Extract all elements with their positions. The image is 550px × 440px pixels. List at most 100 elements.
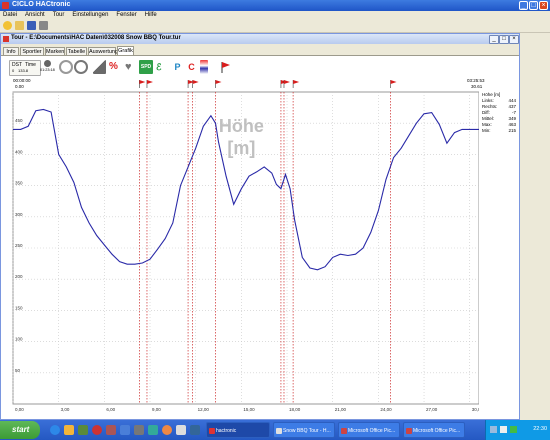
tab-strip: Info Sportler Marken Tabelle Auswertung … [1, 46, 519, 55]
folder-icon[interactable] [64, 425, 74, 435]
y-tick-label: 50 [15, 368, 21, 373]
time-value: 01:23:18 [40, 68, 55, 72]
task-office-picture-2[interactable]: Microsoft Office Pic... [403, 422, 465, 438]
temperature-icon[interactable] [200, 60, 208, 74]
start-button[interactable]: start [0, 421, 40, 439]
x-tick-label: 18,00 [289, 407, 301, 412]
marker-flag-icon[interactable] [139, 80, 146, 84]
speed-button[interactable]: SPD [139, 60, 153, 74]
percent-grade-icon[interactable]: % [109, 60, 122, 74]
altitude-profile-icon[interactable] [93, 60, 106, 74]
maximize-button[interactable]: □ [529, 1, 538, 10]
task-hactronic[interactable]: hactronic [206, 422, 270, 438]
tour-window: Tour - E:\Documents\HAC Daten\032008 Sno… [0, 33, 520, 420]
tour-window-icon [3, 36, 9, 42]
quicklaunch-icon[interactable] [134, 425, 144, 435]
menu-tour[interactable]: Tour [53, 11, 65, 20]
zoom-out-icon[interactable] [59, 60, 73, 74]
x-tick-label: 27,00 [426, 407, 438, 412]
quicklaunch-icon[interactable] [162, 425, 172, 435]
menu-einstellungen[interactable]: Einstellungen [72, 11, 108, 20]
x-tick-label: 15,00 [243, 407, 255, 412]
x-tick-label: 3,00 [61, 407, 70, 412]
lightbulb-icon[interactable] [3, 21, 12, 30]
menu-datei[interactable]: Datei [3, 11, 17, 20]
minimize-button[interactable]: _ [519, 1, 528, 10]
system-tray: 22:30 [485, 420, 550, 440]
x-tick-label: 12,00 [198, 407, 210, 412]
tour-restore-button[interactable]: □ [499, 35, 509, 44]
quicklaunch-icon[interactable] [78, 425, 88, 435]
menu-bar: Datei Ansicht Tour Einstellungen Fenster… [0, 11, 550, 20]
x-tick-label: 9,00 [152, 407, 161, 412]
tab-sportler[interactable]: Sportler [20, 47, 44, 55]
quicklaunch-icon[interactable] [190, 425, 200, 435]
y-tick-label: 350 [15, 181, 23, 186]
tab-auswertung[interactable]: Auswertung [88, 47, 118, 55]
y-tick-label: 250 [15, 243, 23, 248]
quicklaunch-icon[interactable] [148, 425, 158, 435]
marker-flag-icon[interactable] [192, 80, 199, 84]
marker-flag-icon[interactable] [215, 80, 222, 84]
cadence-button[interactable]: C [185, 60, 198, 74]
stats-panel: Höhe [m] Links: 444 Rechts: 437 Diff: -7 Mi… [480, 92, 518, 404]
clock-icon[interactable]: 01:23:18 [40, 60, 55, 74]
task-office-picture-1[interactable]: Microsoft Office Pic... [338, 422, 400, 438]
network-icon[interactable] [490, 426, 497, 433]
heart-rate-icon[interactable]: ♥ [125, 60, 138, 74]
tab-tabelle[interactable]: Tabelle [66, 47, 87, 55]
security-icon[interactable] [510, 426, 517, 433]
app-title: CICLO HACtronic [12, 1, 71, 8]
y-tick-label: 150 [15, 305, 23, 310]
quicklaunch-icon[interactable] [120, 425, 130, 435]
y-tick-label: 100 [15, 337, 23, 342]
x-tick-label: 30,00 [472, 407, 479, 412]
app-icon [2, 2, 9, 9]
menu-hilfe[interactable]: Hilfe [145, 11, 157, 20]
volume-icon[interactable] [500, 426, 507, 433]
dst-value: 133.8 [18, 68, 29, 73]
marker-flag-icon[interactable] [390, 80, 397, 84]
main-toolbar [0, 20, 550, 33]
save-icon[interactable] [27, 21, 36, 30]
close-button[interactable]: × [539, 1, 548, 10]
x-tick-label: 24,00 [380, 407, 392, 412]
quicklaunch-icon[interactable] [106, 425, 116, 435]
tour-window-title-bar: Tour - E:\Documents\HAC Daten\032008 Sno… [1, 34, 519, 44]
power-button[interactable]: P [171, 60, 184, 74]
marker-flag-icon[interactable] [293, 80, 300, 84]
altitude-chart[interactable]: 450 400 350 300 250 200 150 100 50 0,00 3,00 6,00 9,… [1, 78, 479, 419]
tab-grafik[interactable]: Grafik [117, 46, 134, 55]
tab-info[interactable]: Info [3, 47, 19, 55]
watermark-unit: [m] [227, 138, 255, 158]
tour-minimize-button[interactable]: _ [489, 35, 499, 44]
quicklaunch-icon[interactable] [176, 425, 186, 435]
tab-marken[interactable]: Marken [45, 47, 65, 55]
cadence-curve-icon[interactable]: ℰ [156, 60, 169, 74]
tour-close-button[interactable]: × [509, 35, 519, 44]
menu-ansicht[interactable]: Ansicht [25, 11, 45, 20]
marker-flag-button[interactable] [219, 60, 232, 74]
stats-row: Min: 215 [482, 128, 516, 133]
zoom-in-icon[interactable] [74, 60, 88, 74]
y-tick-label: 300 [15, 212, 23, 217]
tour-window-title: Tour - E:\Documents\HAC Daten\032008 Sno… [11, 35, 181, 41]
app-background [520, 33, 550, 420]
open-folder-icon[interactable] [15, 21, 24, 30]
taskbar: start hactronic Snow BBQ Tour - H... Mic… [0, 420, 550, 440]
y-tick-label: 400 [15, 149, 23, 154]
chart-area: 00:00:00 0.00 03:25:53 30.61 450 400 350 30… [1, 78, 519, 419]
marker-flag-icon[interactable] [146, 80, 153, 84]
y-tick-label: 200 [15, 274, 23, 279]
print-icon[interactable] [39, 21, 48, 30]
task-snow-bbq-tour[interactable]: Snow BBQ Tour - H... [273, 422, 335, 438]
x-tick-label: 6,00 [106, 407, 115, 412]
watermark-title: Höhe [219, 116, 264, 136]
y-tick-label: 450 [15, 118, 23, 123]
flag-icon [221, 62, 230, 73]
browser-icon[interactable] [50, 425, 60, 435]
dst-time-toggle[interactable]: DST Time 0 133.8 [9, 60, 41, 76]
menu-fenster[interactable]: Fenster [116, 11, 136, 20]
quicklaunch-icon[interactable] [92, 425, 102, 435]
marker-flag-icon[interactable] [283, 80, 290, 84]
